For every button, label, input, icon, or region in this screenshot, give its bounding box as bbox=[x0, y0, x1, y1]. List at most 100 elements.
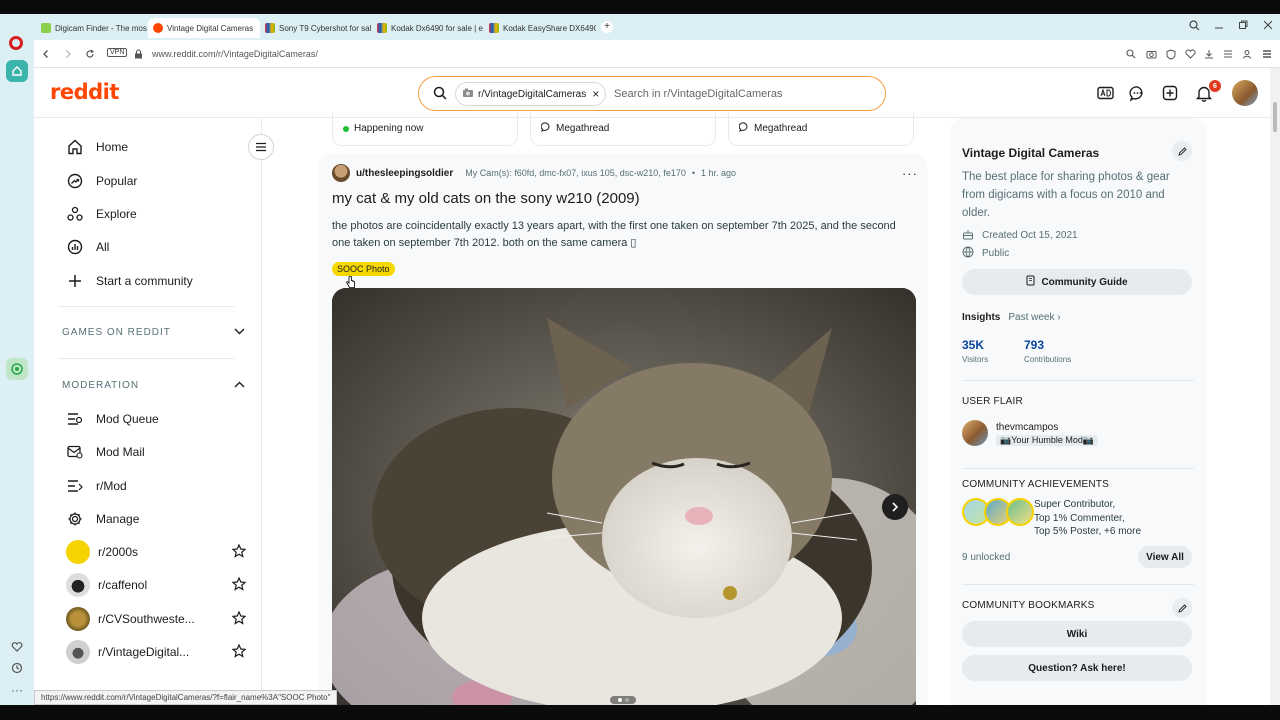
tab-kodak-dx6490-sale[interactable]: Kodak Dx6490 for sale | e bbox=[372, 18, 484, 38]
minimize-icon[interactable] bbox=[1214, 20, 1224, 33]
whatsapp-icon[interactable] bbox=[6, 358, 28, 380]
camera-snapshot-icon[interactable] bbox=[1144, 47, 1158, 61]
scrollbar-thumb[interactable] bbox=[1273, 102, 1277, 132]
url-field[interactable]: www.reddit.com/r/VintageDigitalCameras/ bbox=[152, 49, 318, 59]
close-window-icon[interactable] bbox=[1263, 20, 1273, 33]
search-placeholder: Search in r/VintageDigitalCameras bbox=[614, 88, 783, 100]
advertise-icon[interactable] bbox=[1096, 84, 1114, 102]
edit-pencil-icon[interactable] bbox=[1172, 141, 1192, 161]
author-name[interactable]: u/thesleepingsoldier bbox=[356, 168, 453, 179]
vpn-badge[interactable]: VPN bbox=[107, 48, 128, 57]
post-image-carousel[interactable] bbox=[332, 288, 916, 705]
opera-logo-icon[interactable] bbox=[9, 36, 23, 50]
nav-r-mod[interactable]: r/Mod bbox=[66, 474, 127, 498]
page-scrollbar[interactable] bbox=[1270, 68, 1280, 705]
scope-chip-label: r/VintageDigitalCameras bbox=[478, 88, 587, 100]
star-icon[interactable] bbox=[231, 643, 247, 661]
shield-icon[interactable] bbox=[1164, 47, 1178, 61]
reddit-logo[interactable]: reddit bbox=[50, 80, 119, 104]
create-post-icon[interactable] bbox=[1161, 84, 1179, 102]
visibility: Public bbox=[962, 246, 1009, 261]
tab-sony-t9[interactable]: Sony T9 Cybershot for sal bbox=[260, 18, 372, 38]
bookmark-question-button[interactable]: Question? Ask here! bbox=[962, 655, 1192, 681]
search-icon bbox=[433, 86, 448, 106]
nav-manage[interactable]: Manage bbox=[66, 507, 139, 531]
post-time: 1 hr. ago bbox=[701, 168, 737, 178]
author-flair: My Cam(s): f60fd, dmc-fx07, ixus 105, ds… bbox=[465, 168, 686, 178]
heart-icon[interactable] bbox=[10, 640, 24, 654]
visitors-count: 35K bbox=[962, 338, 985, 352]
nav-home[interactable]: Home bbox=[66, 135, 128, 159]
post-body: the photos are coincidentally exactly 13… bbox=[332, 220, 896, 249]
new-tab-button[interactable]: + bbox=[601, 21, 613, 33]
carousel-next-button[interactable] bbox=[882, 494, 908, 520]
flair-user-avatar bbox=[962, 420, 988, 446]
mod-mail-icon bbox=[66, 443, 84, 461]
nav-explore[interactable]: Explore bbox=[66, 202, 137, 226]
nav-mod-mail[interactable]: Mod Mail bbox=[66, 440, 145, 464]
reddit-page: reddit r/VintageDigitalCameras × Search … bbox=[34, 68, 1280, 705]
chat-icon[interactable] bbox=[1128, 84, 1146, 102]
meta-bullet: • bbox=[691, 168, 695, 178]
community-guide-button[interactable]: Community Guide bbox=[962, 269, 1192, 295]
nav-start-community[interactable]: Start a community bbox=[66, 269, 193, 293]
tab-digicam-finder[interactable]: Digicam Finder - The mos bbox=[36, 18, 148, 38]
close-icon[interactable]: × bbox=[592, 87, 599, 101]
star-icon[interactable] bbox=[231, 543, 247, 561]
nav-popular[interactable]: Popular bbox=[66, 169, 137, 193]
opera-home-icon[interactable] bbox=[6, 60, 28, 82]
insights-row[interactable]: Insights Past week › bbox=[962, 312, 1061, 323]
forward-icon[interactable] bbox=[60, 46, 76, 62]
star-icon[interactable] bbox=[231, 610, 247, 628]
more-dots-icon[interactable]: ··· bbox=[10, 683, 24, 697]
star-icon[interactable] bbox=[231, 576, 247, 594]
live-dot-icon bbox=[343, 125, 349, 132]
divider bbox=[58, 358, 234, 359]
created-date: Created Oct 15, 2021 bbox=[962, 228, 1078, 243]
easy-setup-icon[interactable] bbox=[1221, 47, 1235, 61]
globe-icon bbox=[962, 246, 974, 261]
heart-bookmark-icon[interactable] bbox=[1183, 47, 1197, 61]
achievements-list: Super Contributor, Top 1% Commenter, Top… bbox=[1034, 499, 1142, 537]
chat-bubble-icon bbox=[738, 122, 749, 135]
community-item-2000s[interactable]: r/2000s bbox=[66, 540, 256, 564]
nav-all[interactable]: All bbox=[66, 235, 109, 259]
post-title[interactable]: my cat & my old cats on the sony w210 (2… bbox=[332, 190, 640, 207]
zoom-search-icon[interactable] bbox=[1124, 47, 1138, 61]
edit-pencil-icon[interactable] bbox=[1172, 598, 1192, 618]
cat-photo bbox=[332, 288, 916, 705]
lock-icon[interactable] bbox=[130, 46, 146, 62]
search-box[interactable]: r/VintageDigitalCameras × Search in r/Vi… bbox=[418, 76, 886, 111]
history-icon[interactable] bbox=[10, 661, 24, 675]
highlight-megathread[interactable]: Megathread bbox=[728, 112, 914, 146]
community-item-cvsouthwest[interactable]: r/CVSouthweste... bbox=[66, 607, 256, 631]
menu-icon[interactable] bbox=[1260, 47, 1274, 61]
moderation-section-toggle[interactable]: MODERATION bbox=[62, 380, 252, 391]
user-avatar[interactable] bbox=[1232, 80, 1258, 106]
link-status-bar: https://www.reddit.com/r/VintageDigitalC… bbox=[34, 690, 338, 705]
download-icon[interactable] bbox=[1202, 47, 1216, 61]
collapse-sidebar-button[interactable] bbox=[248, 134, 274, 160]
back-icon[interactable] bbox=[38, 46, 54, 62]
profile-icon[interactable] bbox=[1240, 47, 1254, 61]
community-item-vintagedigital[interactable]: r/VintageDigital... bbox=[66, 640, 256, 664]
highlight-happening-now[interactable]: Happening now bbox=[332, 112, 518, 146]
view-all-button[interactable]: View All bbox=[1138, 546, 1192, 568]
highlight-megathread[interactable]: Megathread bbox=[530, 112, 716, 146]
post-options-icon[interactable]: ··· bbox=[902, 166, 918, 181]
nav-mod-queue[interactable]: Mod Queue bbox=[66, 407, 159, 431]
community-item-caffenol[interactable]: r/caffenol bbox=[66, 573, 256, 597]
maximize-icon[interactable] bbox=[1238, 20, 1248, 33]
post-flair-tag[interactable]: SOOC Photo bbox=[332, 262, 395, 276]
tab-search-icon[interactable] bbox=[1189, 20, 1200, 34]
tab-kodak-easyshare[interactable]: Kodak EasyShare DX6490 bbox=[484, 18, 596, 38]
games-section-toggle[interactable]: GAMES ON REDDIT bbox=[62, 327, 252, 338]
bookmark-wiki-button[interactable]: Wiki bbox=[962, 621, 1192, 647]
contributions-label: Contributions bbox=[1024, 355, 1072, 364]
author-avatar[interactable] bbox=[332, 164, 350, 182]
insights-range[interactable]: Past week › bbox=[1008, 312, 1060, 323]
subreddit-scope-chip[interactable]: r/VintageDigitalCameras × bbox=[455, 82, 607, 106]
tab-vintage-digital-cameras[interactable]: Vintage Digital Cameras bbox=[148, 18, 260, 38]
reload-icon[interactable] bbox=[82, 46, 98, 62]
community-avatar bbox=[66, 540, 90, 564]
